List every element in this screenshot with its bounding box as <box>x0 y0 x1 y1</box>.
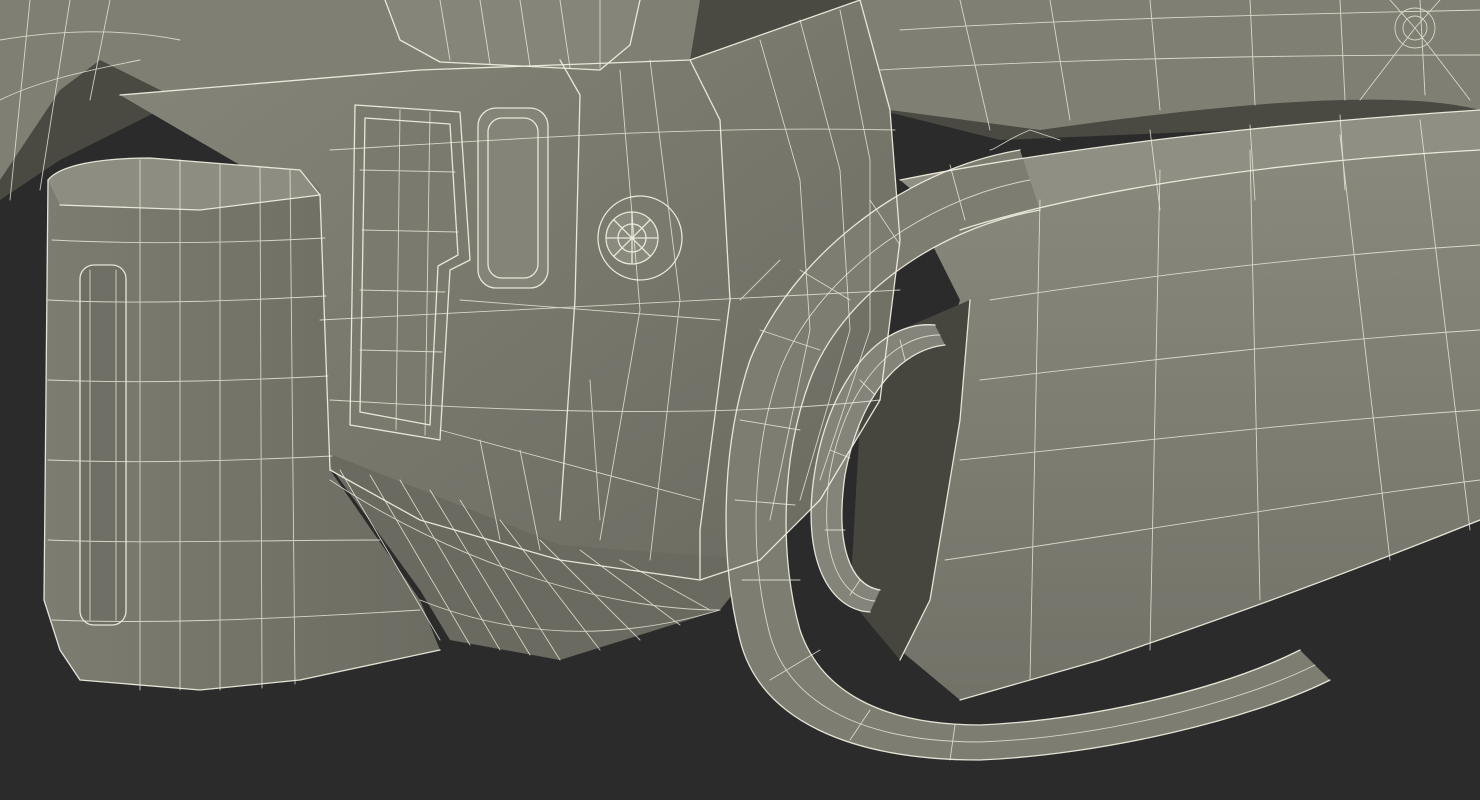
render-viewport <box>0 0 1480 800</box>
wireframe-render <box>0 0 1480 800</box>
battery-grip <box>80 265 126 625</box>
